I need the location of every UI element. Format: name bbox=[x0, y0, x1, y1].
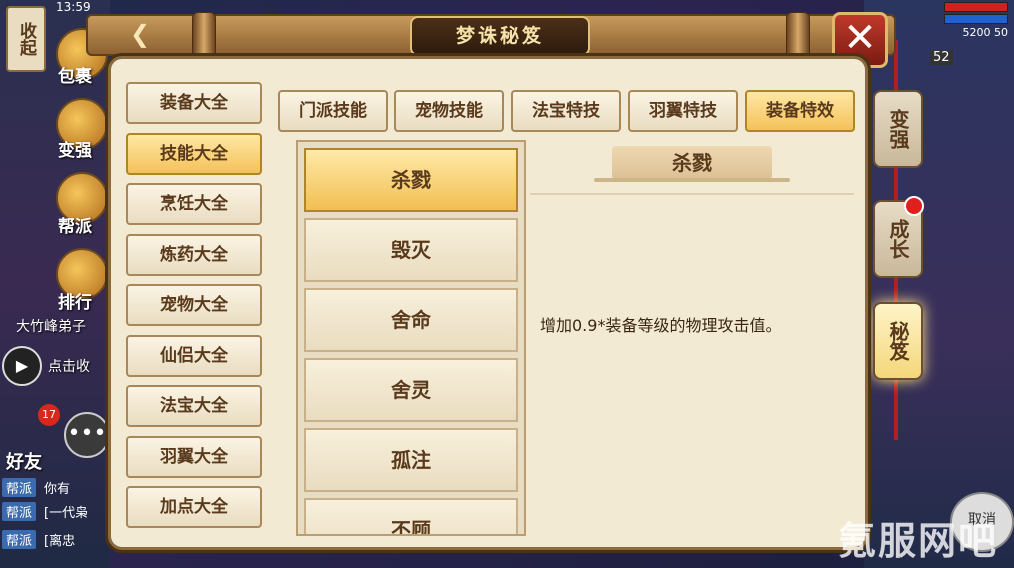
lantern-manual[interactable]: 秘笈 bbox=[873, 302, 923, 380]
side-label-ranking: 排行 bbox=[58, 293, 92, 313]
scroll-roll-left bbox=[192, 12, 216, 58]
category-list: 装备大全 技能大全 烹饪大全 炼药大全 宠物大全 仙侣大全 法宝大全 羽翼大全 … bbox=[126, 82, 264, 537]
tab-sect-skills[interactable]: 门派技能 bbox=[278, 90, 388, 132]
category-treasures[interactable]: 法宝大全 bbox=[126, 385, 262, 427]
chat-line[interactable]: [离忠 bbox=[44, 530, 75, 549]
friends-badge: 17 bbox=[38, 404, 60, 426]
category-wings[interactable]: 羽翼大全 bbox=[126, 435, 262, 478]
side-label-bag: 包裹 bbox=[58, 67, 92, 87]
category-skills[interactable]: 技能大全 bbox=[126, 132, 262, 175]
cloud-ornament bbox=[594, 178, 790, 182]
skill-item[interactable]: 杀戮 bbox=[304, 148, 518, 212]
skill-list[interactable]: 杀戮 毁灭 舍命 舍灵 孤注 不顾 bbox=[296, 140, 526, 536]
chat-tag: 帮派 bbox=[2, 478, 37, 497]
tab-treasure-skills[interactable]: 法宝特技 bbox=[511, 90, 621, 132]
category-attributes[interactable]: 加点大全 bbox=[126, 486, 262, 528]
category-alchemy[interactable]: 炼药大全 bbox=[126, 233, 262, 276]
detail-divider bbox=[530, 193, 854, 195]
skill-item[interactable]: 舍灵 bbox=[304, 358, 518, 422]
chat-tag: 帮派 bbox=[2, 530, 37, 549]
scroll-roll-right bbox=[786, 12, 810, 58]
auto-task-text[interactable]: 点击收 bbox=[48, 356, 90, 376]
tab-equipment-effects[interactable]: 装备特效 bbox=[745, 90, 855, 132]
page-title: 梦诛秘笈 bbox=[410, 16, 590, 56]
collapse-button[interactable]: 收起 bbox=[6, 6, 46, 72]
side-label-guild: 帮派 bbox=[58, 217, 92, 237]
right-hud-background bbox=[864, 0, 1014, 568]
level-badge: 52 bbox=[930, 50, 953, 65]
sub-tab-bar: 门派技能 宠物技能 法宝特技 羽翼特技 装备特效 bbox=[278, 90, 858, 134]
skill-item[interactable]: 不顾 bbox=[304, 498, 518, 534]
tab-wing-skills[interactable]: 羽翼特技 bbox=[628, 90, 738, 132]
skill-item[interactable]: 孤注 bbox=[304, 428, 518, 492]
lantern-strengthen[interactable]: 变强 bbox=[873, 90, 923, 168]
skill-item[interactable]: 毁灭 bbox=[304, 218, 518, 282]
watermark: 氪服网吧 bbox=[838, 518, 999, 563]
chat-tag: 帮派 bbox=[2, 502, 37, 521]
category-companions[interactable]: 仙侣大全 bbox=[126, 334, 262, 377]
hp-bar bbox=[944, 2, 1008, 12]
detail-title: 杀戮 bbox=[612, 146, 772, 180]
notification-dot bbox=[904, 196, 924, 216]
money-display: 5200 50 bbox=[962, 26, 1009, 39]
npc-name: 大竹峰弟子 bbox=[16, 319, 86, 335]
side-label-strengthen: 变强 bbox=[58, 141, 92, 161]
category-equipment[interactable]: 装备大全 bbox=[126, 82, 262, 124]
back-arrow-icon[interactable]: ❮ bbox=[110, 22, 170, 48]
mp-bar bbox=[944, 14, 1008, 24]
friends-label[interactable]: 好友 bbox=[6, 448, 42, 474]
detail-description: 增加0.9*装备等级的物理攻击值。 bbox=[540, 316, 782, 335]
status-time: 13:59 bbox=[56, 0, 91, 14]
tab-pet-skills[interactable]: 宠物技能 bbox=[394, 90, 504, 132]
chat-line[interactable]: [一代枭 bbox=[44, 502, 88, 521]
skill-item[interactable]: 舍命 bbox=[304, 288, 518, 352]
category-cooking[interactable]: 烹饪大全 bbox=[126, 183, 262, 225]
more-icon[interactable]: ••• bbox=[64, 412, 110, 458]
play-icon[interactable]: ▶ bbox=[2, 346, 42, 386]
category-pets[interactable]: 宠物大全 bbox=[126, 284, 262, 326]
chat-line[interactable]: 你有 bbox=[44, 478, 70, 497]
